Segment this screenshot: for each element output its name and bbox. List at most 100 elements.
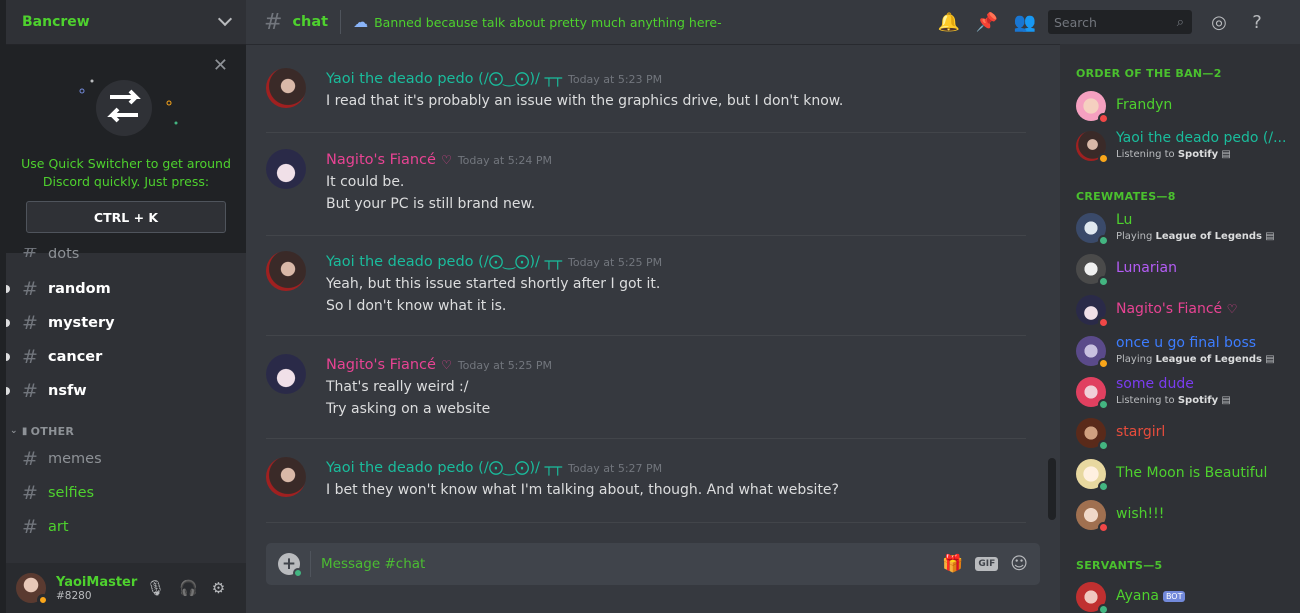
member-item[interactable]: Nagito's Fiancé ♡ xyxy=(1076,294,1296,328)
mute-microphone-icon[interactable]: 🎙 xyxy=(146,579,165,597)
unread-indicator xyxy=(6,353,10,361)
member-item[interactable]: stargirl xyxy=(1076,417,1296,451)
member-name: The Moon is Beautiful xyxy=(1116,465,1268,481)
member-item[interactable]: The Moon is Beautiful xyxy=(1076,458,1296,492)
unread-indicator xyxy=(6,285,10,293)
search-icon: ⌕ xyxy=(1176,14,1184,30)
avatar xyxy=(1076,131,1109,164)
scrollbar[interactable] xyxy=(1048,458,1056,520)
avatar xyxy=(1076,91,1109,124)
search-placeholder: Search xyxy=(1054,14,1097,30)
category-label: OTHER xyxy=(30,424,75,438)
unread-indicator xyxy=(6,319,10,327)
gear-icon[interactable]: ⚙ xyxy=(212,579,225,597)
member-item[interactable]: Frandyn xyxy=(1076,90,1296,124)
cloud-icon: ☁ xyxy=(353,13,369,31)
member-item[interactable]: Lunarian xyxy=(1076,253,1296,287)
gif-button[interactable]: GIF xyxy=(975,557,999,571)
channel-nsfw[interactable]: # nsfw xyxy=(6,374,246,408)
unread-indicator xyxy=(6,387,10,395)
channel-mystery[interactable]: # mystery xyxy=(6,306,246,340)
message-line: Yeah, but this issue started shortly aft… xyxy=(326,276,661,292)
member-list: ORDER OF THE BAN—2 Frandyn Yaoi the dead… xyxy=(1060,44,1300,613)
activity-name: Spotify xyxy=(1177,149,1219,160)
member-name: Ayana BOT xyxy=(1116,588,1186,604)
headphones-icon[interactable]: 🎧 xyxy=(179,579,198,597)
member-category-servants: SERVANTS—5 xyxy=(1076,559,1163,572)
message-divider xyxy=(266,522,1026,523)
channel-label: nsfw xyxy=(48,383,87,399)
upload-plus-icon[interactable]: + xyxy=(278,553,303,578)
channel-topic[interactable]: Banned because talk about pretty much an… xyxy=(374,15,722,30)
member-item[interactable]: Ayana BOT xyxy=(1076,581,1296,613)
gift-icon[interactable]: 🎁 xyxy=(942,554,963,574)
member-name: stargirl xyxy=(1116,424,1166,440)
message-author[interactable]: Yaoi the deado pedo (/⨀‿⨀)/ ┬┬ xyxy=(326,71,562,87)
message-author[interactable]: Yaoi the deado pedo (/⨀‿⨀)/ ┬┬ xyxy=(326,460,562,476)
channel-cancer[interactable]: # cancer xyxy=(6,340,246,374)
channel-memes[interactable]: # memes xyxy=(6,442,246,476)
member-item[interactable]: some dude Listening to Spotify ▤ xyxy=(1076,376,1296,410)
members-icon[interactable]: 👥 xyxy=(1006,12,1044,33)
hash-icon: # xyxy=(22,482,38,504)
member-item[interactable]: wish!!! xyxy=(1076,499,1296,533)
bell-icon[interactable]: 🔔 xyxy=(930,12,968,33)
avatar xyxy=(1076,336,1109,369)
message-author[interactable]: Yaoi the deado pedo (/⨀‿⨀)/ ┬┬ xyxy=(326,254,562,270)
channel-art[interactable]: # art xyxy=(6,510,246,544)
status-indicator xyxy=(1098,399,1109,410)
member-name-text: Ayana xyxy=(1116,588,1159,604)
close-icon[interactable]: ✕ xyxy=(213,55,228,76)
member-item[interactable]: once u go final boss Playing League of L… xyxy=(1076,335,1296,369)
avatar xyxy=(1076,418,1109,451)
member-name: wish!!! xyxy=(1116,506,1165,522)
member-activity: Listening to Spotify ▤ xyxy=(1116,149,1231,160)
avatar xyxy=(1076,254,1109,287)
message-content: I bet they won't know what I'm talking a… xyxy=(326,479,839,501)
message-content: That's really weird :/ Try asking on a w… xyxy=(326,376,490,420)
avatar[interactable] xyxy=(266,251,306,291)
avatar[interactable] xyxy=(266,149,306,189)
chevron-down-icon[interactable] xyxy=(217,11,233,27)
category-other[interactable]: ⌄ ▮ OTHER xyxy=(6,420,246,442)
status-indicator xyxy=(1098,235,1109,246)
avatar xyxy=(1076,213,1109,246)
status-dot xyxy=(293,568,303,578)
member-activity: Playing League of Legends ▤ xyxy=(1116,354,1275,365)
message-author[interactable]: Nagito's Fiancé xyxy=(326,152,436,168)
heart-icon: ♡ xyxy=(441,153,452,167)
member-item[interactable]: Lu Playing League of Legends ▤ xyxy=(1076,212,1296,246)
message-input[interactable]: Message #chat xyxy=(321,556,942,572)
username: YaoiMaster xyxy=(56,574,138,590)
message-header: Yaoi the deado pedo (/⨀‿⨀)/ ┬┬ Today at 5… xyxy=(326,251,662,270)
emoji-icon[interactable]: ☺ xyxy=(1010,554,1028,574)
channel-dots[interactable]: # dots xyxy=(6,248,246,262)
channel-selfies[interactable]: # selfies xyxy=(6,476,246,510)
pin-icon[interactable]: 📌 xyxy=(968,12,1006,33)
hash-icon: # xyxy=(22,278,38,300)
message-header: Nagito's Fiancé ♡ Today at 5:24 PM xyxy=(326,149,552,168)
server-header[interactable]: Bancrew xyxy=(6,0,246,44)
avatar[interactable] xyxy=(16,573,49,606)
avatar xyxy=(1076,459,1109,492)
member-name: Frandyn xyxy=(1116,97,1173,113)
hash-icon: # xyxy=(22,248,38,262)
search-input[interactable]: Search ⌕ xyxy=(1048,10,1192,34)
member-activity: Playing League of Legends ▤ xyxy=(1116,231,1275,242)
avatar[interactable] xyxy=(266,457,306,497)
channel-label: dots xyxy=(48,248,80,262)
server-name: Bancrew xyxy=(22,14,90,30)
member-activity: Listening to Spotify ▤ xyxy=(1116,395,1231,406)
status-indicator xyxy=(1098,153,1109,164)
help-icon[interactable]: ? xyxy=(1238,12,1276,33)
channel-random[interactable]: # random xyxy=(6,272,246,306)
user-tag: #8280 xyxy=(56,589,92,602)
quick-switcher-tip: ✕ Use Quick Switcher to get around Disco… xyxy=(6,45,246,253)
mentions-icon[interactable]: ◎ xyxy=(1200,12,1238,33)
hash-icon: # xyxy=(22,516,38,538)
message-author[interactable]: Nagito's Fiancé xyxy=(326,357,436,373)
message-header: Yaoi the deado pedo (/⨀‿⨀)/ ┬┬ Today at 5… xyxy=(326,457,662,476)
member-item[interactable]: Yaoi the deado pedo (/... Listening to S… xyxy=(1076,130,1296,164)
avatar[interactable] xyxy=(266,354,306,394)
avatar[interactable] xyxy=(266,68,306,108)
